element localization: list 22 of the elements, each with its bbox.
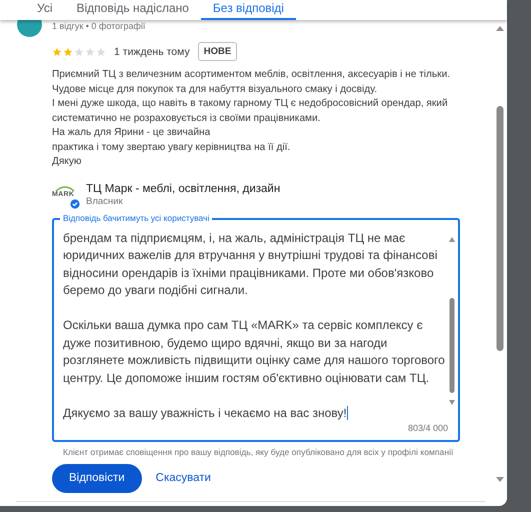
owner-name: ТЦ Марк - меблі, освітлення, дизайн bbox=[86, 182, 280, 196]
star-icon bbox=[96, 46, 106, 56]
tab[interactable]: Відповідь надіслано bbox=[64, 2, 201, 20]
new-badge: НОВЕ bbox=[198, 42, 238, 61]
star-icon bbox=[74, 46, 84, 56]
reply-text: брендам та підприємцям, і, на жаль, адміністрація ТЦ не має юридичних важелів для втручання у внутрішні трудові та фінансові відносини орендарів із їхніми працівниками. Проте ми обов'язково беремо до уваги подібні сигнали. Оскільки ваша думка про сам ТЦ «MARK» та сервіс комплексу є дуже позитивною, будемо щиро вдячні, якщо ви за нагоди розглянете можливість підвищити оцінку саме для нашого торгового центру. Це допоможе іншим гостям об'єктивно оцінювати сам ТЦ. Дякуємо за вашу уважність і чекаємо на вас знову! bbox=[62, 230, 446, 422]
star-icon bbox=[63, 46, 73, 56]
tab[interactable]: Усі bbox=[25, 2, 64, 20]
char-counter: 803/4 000 bbox=[408, 422, 448, 432]
cancel-button[interactable]: Скасувати bbox=[156, 464, 211, 492]
hint-text: Клієнт отримає сповіщення про вашу відповідь, яку буде опубліковано для всіх у профілі компанії bbox=[62, 446, 454, 456]
star-icon bbox=[85, 46, 95, 56]
review-time: 1 тиждень тому bbox=[114, 46, 190, 58]
logo-arc-icon bbox=[55, 184, 75, 192]
field-label: Відповідь бачитимуть усі користувачі bbox=[60, 212, 212, 224]
owner-role: Власник bbox=[86, 196, 124, 208]
reply-button[interactable]: Відповісти bbox=[52, 464, 142, 492]
review-text: Приємний ТЦ з величезним асортиментом меблів, освітлення, аксесуарів і не тільки. Чудове місце для покупок та для набуття візуального смаку і досвіду. І мені дуже шкода, що навіть в такому гарному ТЦ є недобросовісний орендар, який систематично не розраховується із своїми працівниками. На жаль для Ярини - це звичайна практика і тому звертаю увагу керівництва на її дії. Дякую bbox=[52, 68, 452, 169]
scrollbar[interactable] bbox=[449, 236, 455, 406]
tab[interactable]: Без відповіді bbox=[200, 2, 296, 20]
star-icon bbox=[52, 46, 62, 56]
author-meta: 1 відгук • 0 фотографії bbox=[52, 21, 146, 32]
